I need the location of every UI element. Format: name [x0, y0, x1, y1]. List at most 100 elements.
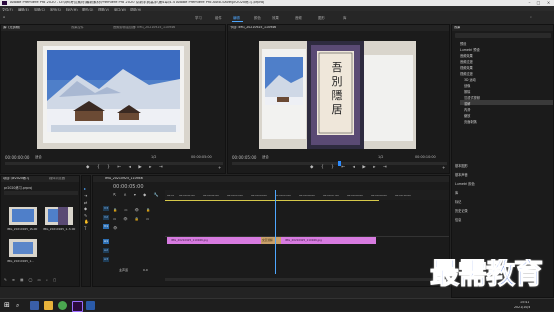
task-view-icon[interactable]	[30, 301, 39, 310]
timeline-timecode[interactable]: 00:00:05:00	[113, 185, 144, 190]
master-track-value[interactable]: 0.0	[143, 268, 148, 272]
project-thumbnail[interactable]	[9, 239, 37, 257]
workspace-assembly[interactable]: 组件	[215, 15, 222, 20]
panel-info[interactable]: 信息	[455, 217, 461, 222]
track-target-a3[interactable]: A3	[103, 257, 109, 262]
panel-essential-sound[interactable]: 基本声音	[455, 172, 468, 177]
workspace-color[interactable]: 颜色	[254, 15, 261, 20]
tab-effect-controls[interactable]: 效果控件	[71, 26, 84, 29]
effects-item[interactable]: 内滑	[464, 107, 470, 112]
effects-item[interactable]: 预设	[460, 41, 466, 46]
master-track-label: 主声道	[119, 268, 129, 272]
timeline-playhead[interactable]	[275, 190, 276, 274]
effects-item[interactable]: 缩放	[464, 113, 470, 118]
program-transport-controls[interactable]: ◆ { } ⇤ ◂ ▶ ▸ ⇥	[310, 165, 390, 171]
timeline-ruler[interactable]: 00:00 00:00:01:00 00:00:02:00 00:00:03:0…	[165, 190, 449, 200]
clock-date[interactable]: 2021/10/4	[514, 306, 530, 309]
effects-item[interactable]: 划像	[464, 83, 470, 88]
tab-audio-mixer[interactable]: 音频剪辑混合器: IMG_20210925_110946	[113, 26, 175, 29]
workspace-learn[interactable]: 学习	[195, 15, 202, 20]
effects-selected-row[interactable]	[460, 100, 553, 105]
effects-panel: 效果 预设 Lumetri 预设 音频效果 音频过渡 视频效果 视频过渡 3D …	[451, 24, 554, 298]
workspace-bar: ⌂ 学习 组件 编辑 颜色 效果 音频 图形 库 ⌕	[0, 11, 554, 24]
track-target-a2[interactable]: A2	[103, 248, 109, 253]
program-timecode-right: 00:00:10:00	[415, 155, 436, 159]
track-target-a1[interactable]: A1	[103, 239, 109, 244]
watermark-logo: 最需教育	[430, 259, 544, 290]
effects-item[interactable]: 音频过渡	[460, 59, 473, 64]
effects-item[interactable]: Lumetri 预设	[460, 47, 480, 52]
ruler-label: 00:00:04:00	[251, 195, 267, 197]
ruler-label: 00:00:09:00	[371, 195, 387, 197]
tab-program[interactable]: 节目: IMG_20210925_110946	[230, 26, 276, 29]
tab-project[interactable]: 项目: pr2020练习	[3, 177, 29, 180]
track-target-v3[interactable]: V3	[103, 206, 109, 211]
effects-search-input[interactable]	[455, 33, 551, 38]
source-add-button-icon[interactable]: +	[218, 166, 221, 170]
windows-taskbar: ⊞ ⌕ 15:41 2021/10/4	[0, 298, 554, 312]
panel-markers[interactable]: 标记	[455, 199, 461, 204]
ruler-label: 00:00:06:00	[299, 195, 315, 197]
workspace-editing[interactable]: 编辑	[233, 15, 240, 20]
effects-item[interactable]: 视频效果	[460, 65, 473, 70]
tool-icons[interactable]: ⇥ ⇄ ◆ ✎ ✋ T	[84, 193, 90, 232]
timeline-scrollbar[interactable]	[165, 278, 449, 281]
workspace-libraries[interactable]: 库	[343, 15, 346, 20]
work-area-bar[interactable]	[165, 200, 379, 201]
source-transport-controls[interactable]: ◆ { } ⇤ ◂ ▶ ▸ ⇥	[86, 165, 166, 171]
clock-time[interactable]: 15:41	[520, 301, 529, 304]
panel-lumetri-color[interactable]: Lumetri 颜色	[455, 181, 475, 186]
ruler-label: 00:00:07:00	[323, 195, 339, 197]
timeline-clip-1[interactable]: IMG_20210925_110946.jpg	[167, 237, 263, 244]
workspace-graphics[interactable]: 图形	[318, 15, 325, 20]
panel-libraries[interactable]: 库	[455, 190, 458, 195]
effects-item[interactable]: 擦除	[464, 89, 470, 94]
effects-item[interactable]: 3D 运动	[464, 77, 476, 82]
panel-history[interactable]: 历史记录	[455, 208, 468, 213]
windows-start-icon[interactable]: ⊞	[4, 301, 13, 310]
project-thumbnail[interactable]	[9, 207, 37, 225]
source-timecode-left[interactable]: 00:00:00:00	[5, 156, 29, 160]
track-header-controls[interactable]: 🔒 ▭ 👁 🔒 ▭ 👁 🔒 ▭ 👁	[113, 206, 161, 233]
project-item-name: IMG_20210925_1...	[7, 227, 34, 231]
tab-source[interactable]: 源: (无剪辑)	[3, 26, 20, 29]
file-explorer-icon[interactable]	[44, 301, 53, 310]
project-search-input[interactable]	[4, 191, 78, 195]
word-taskbar-icon[interactable]	[86, 301, 95, 310]
premiere-taskbar-icon[interactable]	[72, 301, 83, 312]
search-icon[interactable]: ⌕	[530, 15, 532, 19]
project-thumbnail[interactable]	[45, 207, 73, 225]
project-item-name: IMG_20210925_1...	[7, 259, 34, 263]
tab-timeline-sequence[interactable]: IMG_20210925_110946	[105, 177, 143, 180]
effects-item[interactable]: 溶解	[464, 101, 470, 106]
timeline-transition[interactable]: 交叉溶解	[261, 237, 281, 244]
program-resolution-dropdown[interactable]: 1/2	[378, 155, 383, 159]
timeline-toolbar-icons[interactable]: ⇱ ∩ ▾ ◆ 🔧	[113, 193, 161, 197]
effects-item[interactable]: 音频效果	[460, 53, 473, 58]
window-title: Adobe Premiere Pro 2020 - D:\qh\考试素材\最新素…	[10, 1, 265, 4]
track-target-v2[interactable]: V2	[103, 215, 109, 220]
timeline-clip-2[interactable]: IMG_20210925_110946.jpg	[281, 237, 376, 244]
source-fit-dropdown[interactable]: 适合	[35, 155, 42, 159]
effects-item[interactable]: 页面剥落	[464, 119, 477, 124]
ruler-label: 00:00:08:00	[347, 195, 363, 197]
program-fit-dropdown[interactable]: 适合	[262, 155, 269, 159]
panel-essential-graphics[interactable]: 基本图形	[455, 163, 468, 168]
track-target-v1[interactable]: V1	[103, 224, 109, 229]
search-taskbar-icon[interactable]: ⌕	[16, 301, 25, 310]
source-timecode-right: 00:00:05:00	[191, 155, 212, 159]
source-resolution-dropdown[interactable]: 1/2	[151, 155, 156, 159]
tab-media-browser[interactable]: 媒体浏览器	[49, 177, 65, 180]
source-monitor: 源: (无剪辑) 效果控件 音频剪辑混合器: IMG_20210925_1109…	[0, 24, 226, 174]
program-timecode-left[interactable]: 00:00:05:00	[232, 156, 256, 160]
program-add-button-icon[interactable]: +	[442, 166, 445, 170]
workspace-effects[interactable]: 效果	[272, 15, 279, 20]
card-calligraphy: 吾 別 隱 居	[331, 61, 343, 116]
home-icon[interactable]: ⌂	[3, 15, 5, 19]
ruler-label: 00:00:02:00	[203, 195, 219, 197]
project-toolbar-icons[interactable]: ✎ ≡ ▦ ◯ ▭ ⌕ ▢	[4, 278, 58, 283]
effects-item[interactable]: 视频过渡	[460, 71, 473, 76]
workspace-audio[interactable]: 音频	[295, 15, 302, 20]
browser-icon[interactable]	[58, 301, 67, 310]
selection-tool-icon[interactable]: ▸	[84, 186, 90, 193]
